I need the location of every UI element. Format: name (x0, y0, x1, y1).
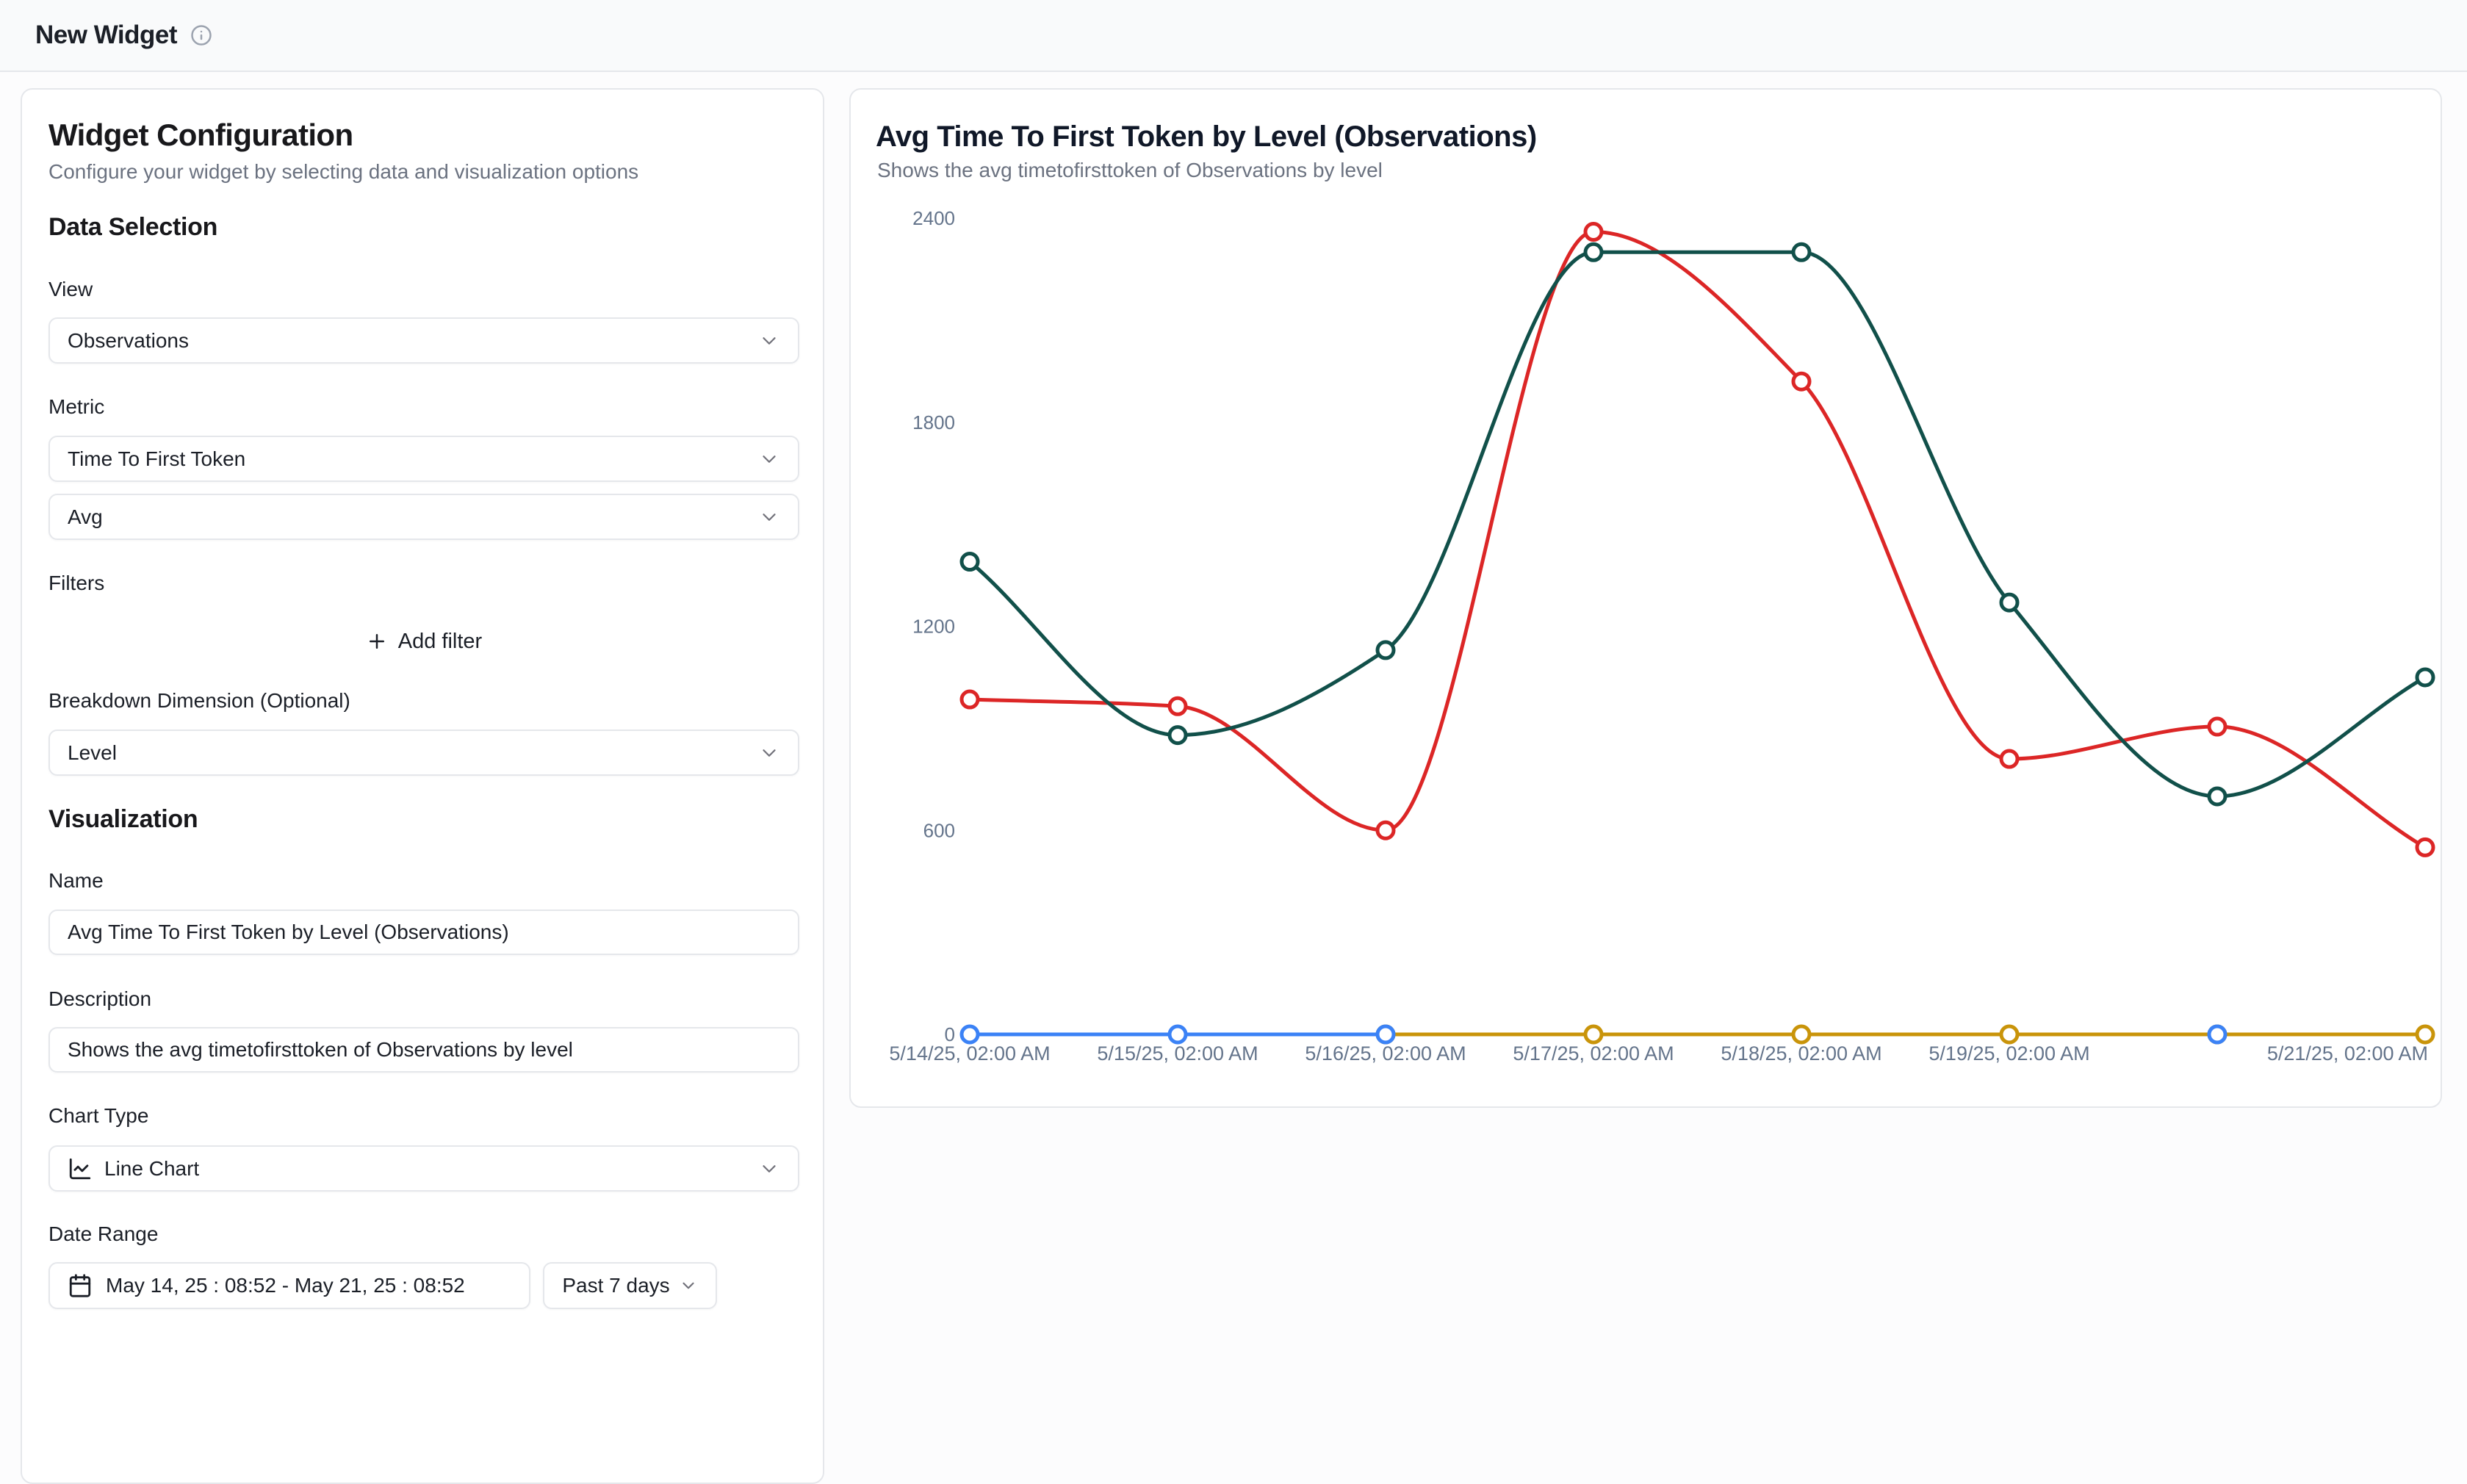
series-amber-point[interactable] (2417, 1026, 2433, 1042)
description-label: Description (48, 987, 151, 1011)
chevron-down-icon (758, 448, 780, 470)
x-axis-tick-label: 5/14/25, 02:00 AM (889, 1042, 1050, 1065)
series-amber-point[interactable] (2001, 1026, 2017, 1042)
page-title: New Widget (35, 21, 177, 50)
chart-type-select[interactable]: Line Chart (48, 1145, 799, 1192)
breakdown-dimension-label: Breakdown Dimension (Optional) (48, 689, 350, 713)
visualization-heading: Visualization (48, 805, 198, 834)
series-blue-point[interactable] (2209, 1026, 2225, 1042)
config-panel-title: Widget Configuration (48, 118, 353, 153)
config-panel-subtitle: Configure your widget by selecting data … (48, 160, 638, 184)
name-input[interactable] (48, 910, 799, 955)
x-axis-tick-label: 5/16/25, 02:00 AM (1305, 1042, 1466, 1065)
x-axis-tick-label: 5/18/25, 02:00 AM (1721, 1042, 1881, 1065)
x-axis-tick-label: 5/17/25, 02:00 AM (1513, 1042, 1674, 1065)
series-blue-point[interactable] (1170, 1026, 1186, 1042)
series-teal-point[interactable] (1377, 642, 1394, 658)
page-header: New Widget (0, 0, 2467, 72)
add-filter-button[interactable]: Add filter (48, 622, 799, 661)
info-icon[interactable] (190, 24, 212, 46)
y-axis-tick-label: 1800 (912, 411, 955, 433)
chart-type-label: Chart Type (48, 1104, 148, 1128)
series-teal-point[interactable] (2209, 788, 2225, 804)
series-teal-point[interactable] (1585, 244, 1602, 260)
widget-configuration-panel: Widget Configuration Configure your widg… (21, 88, 824, 1484)
x-axis-tick-label: 5/21/25, 02:00 AM (2267, 1042, 2428, 1065)
series-teal-point[interactable] (1170, 727, 1186, 743)
aggregation-select[interactable]: Avg (48, 494, 799, 540)
breakdown-dimension-select[interactable]: Level (48, 730, 799, 776)
series-red-point[interactable] (2417, 839, 2433, 855)
series-teal-point[interactable] (2417, 669, 2433, 685)
add-filter-label: Add filter (398, 630, 482, 654)
series-teal-point[interactable] (2001, 594, 2017, 610)
series-red-point[interactable] (1170, 698, 1186, 714)
widget-preview-card: Avg Time To First Token by Level (Observ… (849, 88, 2442, 1108)
series-teal-point[interactable] (962, 554, 978, 570)
date-range-value: May 14, 25 : 08:52 - May 21, 25 : 08:52 (106, 1274, 465, 1297)
calendar-icon (68, 1273, 93, 1298)
view-select-value: Observations (68, 329, 189, 353)
view-label: View (48, 278, 93, 301)
metric-select[interactable]: Time To First Token (48, 436, 799, 482)
line-chart-svg: 06001200180024005/14/25, 02:00 AM5/15/25… (851, 90, 2443, 1109)
y-axis-tick-label: 1200 (912, 616, 955, 638)
chevron-down-icon (758, 742, 780, 764)
line-chart-icon (68, 1156, 93, 1181)
metric-label: Metric (48, 395, 104, 419)
view-select[interactable]: Observations (48, 317, 799, 364)
filters-label: Filters (48, 572, 104, 595)
aggregation-select-value: Avg (68, 505, 103, 529)
series-red-point[interactable] (962, 691, 978, 707)
y-axis-tick-label: 600 (923, 819, 955, 841)
series-amber-point[interactable] (1585, 1026, 1602, 1042)
series-teal-line (970, 252, 2425, 796)
description-input[interactable] (48, 1027, 799, 1073)
data-selection-heading: Data Selection (48, 213, 217, 242)
series-blue-point[interactable] (962, 1026, 978, 1042)
x-axis-tick-label: 5/15/25, 02:00 AM (1097, 1042, 1258, 1065)
chevron-down-icon (679, 1276, 698, 1295)
series-red-point[interactable] (1377, 822, 1394, 838)
series-red-point[interactable] (2209, 718, 2225, 735)
name-label: Name (48, 869, 104, 893)
series-red-point[interactable] (1585, 224, 1602, 240)
plus-icon (366, 630, 388, 652)
series-red-point[interactable] (1793, 373, 1809, 389)
breakdown-select-value: Level (68, 741, 117, 765)
series-amber-point[interactable] (1793, 1026, 1809, 1042)
chevron-down-icon (758, 506, 780, 528)
chevron-down-icon (758, 330, 780, 352)
series-blue-point[interactable] (1377, 1026, 1394, 1042)
y-axis-tick-label: 2400 (912, 207, 955, 229)
series-red-point[interactable] (2001, 751, 2017, 767)
date-preset-value: Past 7 days (562, 1274, 669, 1297)
chevron-down-icon (758, 1158, 780, 1180)
date-range-label: Date Range (48, 1222, 158, 1246)
series-teal-point[interactable] (1793, 244, 1809, 260)
chart-type-select-value: Line Chart (104, 1157, 199, 1181)
date-range-button[interactable]: May 14, 25 : 08:52 - May 21, 25 : 08:52 (48, 1262, 530, 1309)
series-red-line (970, 232, 2425, 848)
metric-select-value: Time To First Token (68, 447, 245, 471)
date-preset-button[interactable]: Past 7 days (543, 1262, 717, 1309)
x-axis-tick-label: 5/19/25, 02:00 AM (1928, 1042, 2089, 1065)
